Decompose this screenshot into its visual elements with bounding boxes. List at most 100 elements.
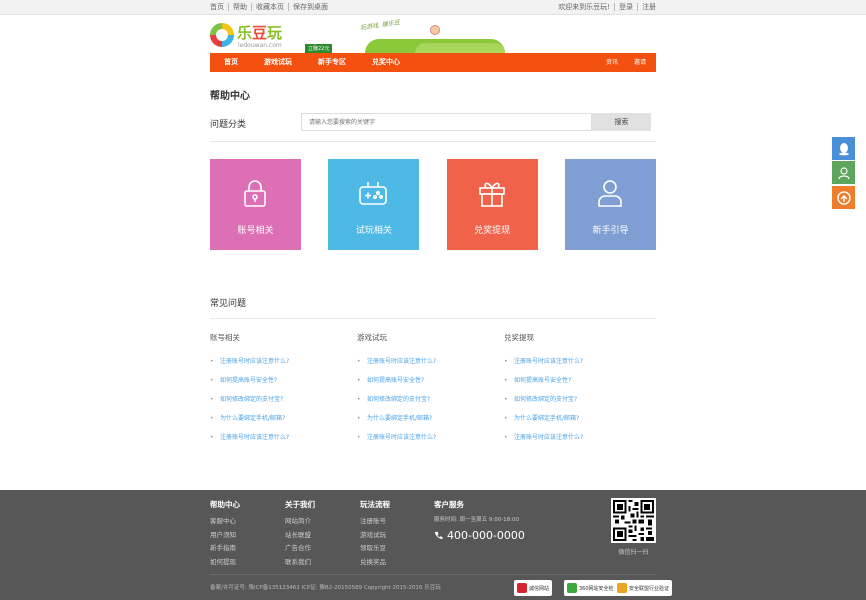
footer-link[interactable]: 领取乐豆 bbox=[360, 542, 390, 556]
arrow-up-icon bbox=[836, 190, 851, 205]
category-tiles: 账号相关 试玩相关 兑奖提现 新手引导 bbox=[210, 159, 656, 250]
tile-label: 兑奖提现 bbox=[474, 226, 511, 236]
search-input[interactable] bbox=[301, 113, 592, 131]
search-button[interactable]: 搜索 bbox=[592, 113, 651, 131]
footer-link[interactable]: 网站简介 bbox=[285, 515, 315, 529]
page-title: 帮助中心 bbox=[210, 91, 250, 102]
login-link[interactable]: 登录 bbox=[614, 3, 637, 11]
faq-item[interactable]: 如何提高账号安全性? bbox=[357, 371, 497, 390]
tile-label: 账号相关 bbox=[237, 226, 274, 236]
faq-item[interactable]: 注册账号时应该注意什么? bbox=[357, 352, 497, 371]
footer: 帮助中心 客服中心 用户须知 新手指南 如何提现 关于我们 网站简介 站长联盟 … bbox=[0, 490, 866, 600]
footer-link[interactable]: 广告合作 bbox=[285, 542, 315, 556]
footer-column-flow: 玩法流程 注册账号 游戏试玩 领取乐豆 兑换奖品 bbox=[360, 499, 390, 569]
top-link-save-desktop[interactable]: 保存到桌面 bbox=[288, 3, 332, 11]
tile-game-trial[interactable]: 试玩相关 bbox=[328, 159, 420, 250]
faq-title: 常见问题 bbox=[210, 299, 247, 309]
faq-column-account: 账号相关 注册账号时应该注意什么? 如何提高账号安全性? 如何修改绑定的支付宝?… bbox=[210, 332, 350, 447]
nav-item-home[interactable]: 首页 bbox=[210, 53, 251, 72]
footer-link[interactable]: 客服中心 bbox=[210, 515, 240, 529]
phone-icon bbox=[435, 531, 443, 539]
footer-link[interactable]: 新手指南 bbox=[210, 542, 240, 556]
tile-label: 新手引导 bbox=[592, 226, 629, 236]
nav-item-game-trial[interactable]: 游戏试玩 bbox=[251, 53, 305, 72]
footer-link[interactable]: 注册账号 bbox=[360, 515, 390, 529]
top-link-bookmark[interactable]: 收藏本页 bbox=[251, 3, 288, 11]
logo-domain: ledouwan.com bbox=[238, 42, 282, 49]
footer-heading: 帮助中心 bbox=[210, 500, 240, 509]
banner-slogan: 玩游戏, 赚乐豆 bbox=[359, 19, 401, 32]
footer-customer-service: 客户服务 服务时间: 周一至周五 9:00-18:00 400-000-0000 bbox=[434, 499, 525, 542]
phone-number: 400-000-0000 bbox=[447, 529, 525, 542]
badge-360-security[interactable]: 360网站安全检测 bbox=[564, 580, 622, 596]
qr-code-icon bbox=[613, 500, 654, 541]
nav-item-newbie[interactable]: 新手专区 bbox=[305, 53, 359, 72]
footer-column-about: 关于我们 网站简介 站长联盟 广告合作 联系我们 bbox=[285, 499, 315, 569]
contact-button[interactable] bbox=[832, 161, 855, 184]
footer-link[interactable]: 游戏试玩 bbox=[360, 529, 390, 543]
user-icon bbox=[598, 180, 622, 207]
nav-item-redeem[interactable]: 兑奖中心 bbox=[359, 53, 413, 72]
faq-item[interactable]: 为什么要绑定手机/邮箱? bbox=[357, 409, 497, 428]
badge-credit-site[interactable]: 诚信网站 bbox=[514, 580, 553, 596]
badge-label: 诚信网站 bbox=[529, 585, 550, 592]
faq-item[interactable]: 为什么要绑定手机/邮箱? bbox=[210, 409, 350, 428]
badge-security-alliance[interactable]: 安全联盟行业验证 bbox=[614, 580, 673, 596]
tile-account[interactable]: 账号相关 bbox=[210, 159, 301, 250]
footer-heading: 客户服务 bbox=[434, 500, 464, 509]
top-bar: 首页 帮助 收藏本页 保存到桌面 欢迎来到乐豆玩! 登录 注册 bbox=[0, 0, 866, 15]
divider bbox=[210, 318, 656, 319]
faq-item[interactable]: 注册账号时应该注意什么? bbox=[210, 352, 350, 371]
tile-label: 试玩相关 bbox=[355, 226, 392, 236]
copyright: 备案/许可证号: 豫ICP备135123462 ICP证: 豫B2-201505… bbox=[210, 585, 441, 591]
footer-link[interactable]: 如何提现 bbox=[210, 556, 240, 570]
faq-column-heading: 兑奖提现 bbox=[504, 333, 534, 342]
gift-icon bbox=[478, 182, 505, 207]
faq-item[interactable]: 注册账号时应该注意什么? bbox=[504, 428, 644, 447]
qq-button[interactable] bbox=[832, 137, 855, 160]
header: 乐豆玩 ledouwan.com 玩游戏, 赚乐豆 立赚22元 bbox=[210, 15, 656, 53]
footer-heading: 玩法流程 bbox=[360, 500, 390, 509]
footer-link[interactable]: 兑换奖品 bbox=[360, 556, 390, 570]
faq-item[interactable]: 为什么要绑定手机/邮箱? bbox=[504, 409, 644, 428]
nav-item-invite[interactable]: 邀请 bbox=[634, 53, 646, 72]
header-banner: 玩游戏, 赚乐豆 立赚22元 bbox=[305, 15, 505, 53]
faq-column-heading: 游戏试玩 bbox=[357, 333, 387, 342]
footer-link[interactable]: 站长联盟 bbox=[285, 529, 315, 543]
footer-link[interactable]: 用户须知 bbox=[210, 529, 240, 543]
banner-tag: 立赚22元 bbox=[305, 44, 333, 53]
shield-icon bbox=[567, 583, 577, 593]
faq-item[interactable]: 如何修改绑定的支付宝? bbox=[357, 390, 497, 409]
search-bar: 搜索 bbox=[301, 113, 651, 131]
faq-item[interactable]: 如何修改绑定的支付宝? bbox=[210, 390, 350, 409]
qq-icon bbox=[838, 142, 849, 155]
faq-column-heading: 账号相关 bbox=[210, 333, 240, 342]
credit-icon bbox=[517, 583, 527, 593]
faq-column-redeem: 兑奖提现 注册账号时应该注意什么? 如何提高账号安全性? 如何修改绑定的支付宝?… bbox=[504, 332, 644, 447]
footer-heading: 关于我们 bbox=[285, 500, 315, 509]
back-to-top-button[interactable] bbox=[832, 186, 855, 209]
faq-item[interactable]: 注册账号时应该注意什么? bbox=[504, 352, 644, 371]
footer-divider bbox=[210, 574, 656, 575]
faq-item[interactable]: 注册账号时应该注意什么? bbox=[357, 428, 497, 447]
footer-column-help: 帮助中心 客服中心 用户须知 新手指南 如何提现 bbox=[210, 499, 240, 569]
register-link[interactable]: 注册 bbox=[637, 3, 656, 11]
top-links: 首页 帮助 收藏本页 保存到桌面 bbox=[210, 3, 332, 11]
footer-link[interactable]: 联系我们 bbox=[285, 556, 315, 570]
nav-item-news[interactable]: 资讯 bbox=[606, 53, 618, 72]
site-logo[interactable]: 乐豆玩 ledouwan.com bbox=[210, 22, 290, 52]
top-link-home[interactable]: 首页 bbox=[210, 3, 228, 11]
divider bbox=[210, 141, 656, 142]
gamepad-icon bbox=[359, 182, 388, 205]
top-account: 欢迎来到乐豆玩! 登录 注册 bbox=[554, 3, 656, 11]
badge-label: 360网站安全检测 bbox=[579, 585, 619, 592]
top-link-help[interactable]: 帮助 bbox=[228, 3, 251, 11]
category-label: 问题分类 bbox=[210, 120, 247, 130]
tile-redeem[interactable]: 兑奖提现 bbox=[446, 159, 538, 250]
tile-newbie-guide[interactable]: 新手引导 bbox=[564, 159, 656, 250]
faq-item[interactable]: 如何修改绑定的支付宝? bbox=[504, 390, 644, 409]
faq-item[interactable]: 注册账号时应该注意什么? bbox=[210, 428, 350, 447]
faq-item[interactable]: 如何提高账号安全性? bbox=[210, 371, 350, 390]
faq-column-game-trial: 游戏试玩 注册账号时应该注意什么? 如何提高账号安全性? 如何修改绑定的支付宝?… bbox=[357, 332, 497, 447]
faq-item[interactable]: 如何提高账号安全性? bbox=[504, 371, 644, 390]
